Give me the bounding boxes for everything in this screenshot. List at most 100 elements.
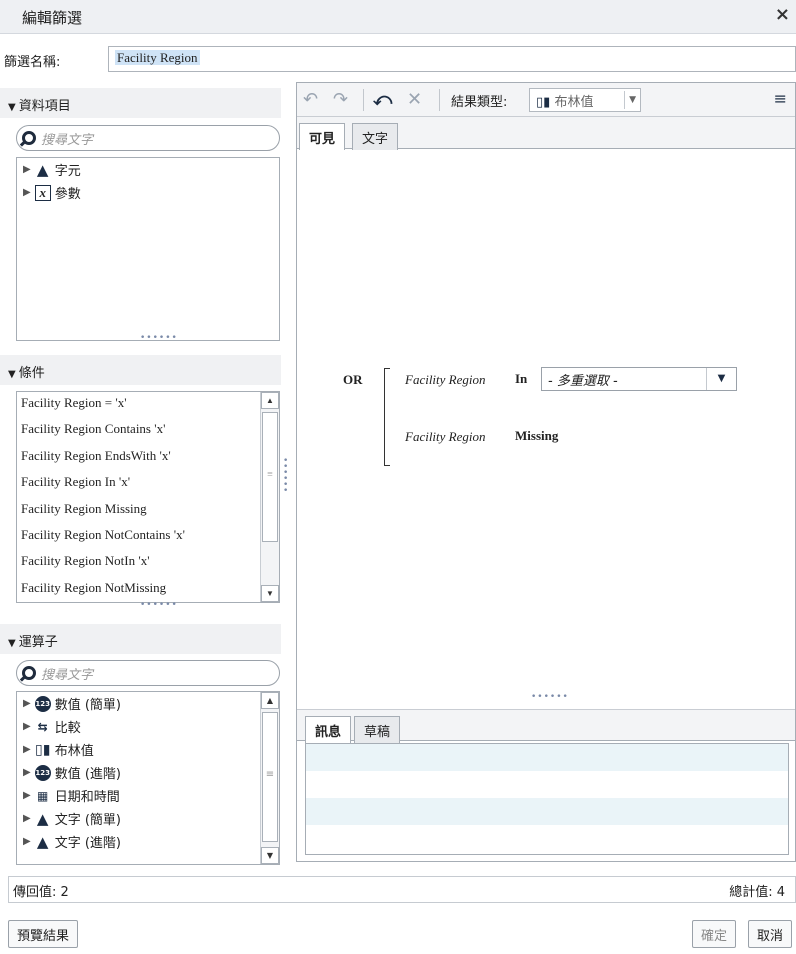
conditions-scrollbar[interactable]: ▲ ▼	[260, 392, 279, 602]
operator-group-numeric-advanced[interactable]: ▶ 123 數值 (進階)	[17, 761, 261, 784]
expand-arrow-icon[interactable]: ▶	[23, 767, 31, 778]
preview-results-button[interactable]: 預覽結果	[8, 920, 79, 948]
redo-icon[interactable]: ↷	[333, 89, 348, 110]
result-type-select[interactable]: ▯▮ 布林值 ▼	[529, 88, 641, 112]
delete-icon[interactable]: ✕	[407, 89, 422, 110]
chevron-down-icon: ▼	[706, 368, 736, 390]
scroll-up-icon[interactable]: ▲	[261, 692, 279, 709]
message-row	[306, 771, 788, 798]
menu-icon[interactable]: ≡	[774, 89, 787, 108]
search-icon	[22, 666, 36, 680]
condition-item[interactable]: Facility Region NotMissing	[17, 577, 261, 602]
message-row	[306, 825, 788, 852]
data-items-header[interactable]: ▼ 資料項目	[0, 88, 281, 118]
operator-group-datetime[interactable]: ▶ ▦ 日期和時間	[17, 784, 261, 807]
expression-field[interactable]: Facility Region	[405, 372, 486, 388]
operator-group-boolean[interactable]: ▶ ▯▮ 布林值	[17, 738, 261, 761]
tree-item-parameter[interactable]: ▶ x 參數	[17, 181, 279, 204]
message-row	[306, 744, 788, 771]
result-type-value: 布林值	[554, 95, 594, 110]
expand-arrow-icon[interactable]: ▶	[23, 744, 31, 755]
tree-item-label: 參數	[54, 187, 81, 202]
close-icon[interactable]: ×	[775, 4, 790, 25]
character-icon: ▲	[36, 809, 49, 828]
collapse-caret-icon: ▼	[8, 369, 16, 380]
operators-scrollbar[interactable]: ▲ ▼	[260, 692, 279, 864]
resize-grip-icon[interactable]: ••••••	[531, 692, 569, 702]
expression-field[interactable]: Facility Region	[405, 429, 486, 445]
tab-visual[interactable]: 可見	[299, 123, 346, 150]
expand-arrow-icon[interactable]: ▶	[23, 721, 31, 732]
undo-icon[interactable]: ↶	[303, 89, 318, 110]
expression-op[interactable]: Missing	[515, 428, 558, 444]
operators-header[interactable]: ▼ 運算子	[0, 624, 281, 654]
collapse-caret-icon: ▼	[8, 638, 16, 649]
reset-icon[interactable]: ⤺	[373, 89, 392, 110]
cancel-button[interactable]: 取消	[748, 920, 793, 948]
operator-group-numeric-simple[interactable]: ▶ 123 數值 (簡單)	[17, 692, 261, 715]
expand-arrow-icon[interactable]: ▶	[23, 790, 31, 801]
expand-arrow-icon[interactable]: ▶	[23, 164, 31, 175]
scroll-down-icon[interactable]: ▼	[261, 847, 279, 864]
data-items-search-placeholder: 搜尋文字	[41, 133, 94, 148]
chevron-down-icon: ▼	[624, 91, 636, 109]
multi-select-value: - 多重選取 -	[548, 374, 618, 389]
condition-item[interactable]: Facility Region In 'x'	[17, 471, 261, 497]
tab-text[interactable]: 文字	[352, 123, 399, 150]
condition-item[interactable]: Facility Region Contains 'x'	[17, 418, 261, 444]
tab-messages[interactable]: 訊息	[305, 716, 352, 743]
data-items-search[interactable]: 搜尋文字	[16, 125, 280, 151]
expand-arrow-icon[interactable]: ▶	[23, 187, 31, 198]
multi-select-dropdown[interactable]: - 多重選取 - ▼	[541, 367, 737, 391]
operator-group-comparison[interactable]: ▶ ⇆ 比較	[17, 715, 261, 738]
condition-item[interactable]: Facility Region NotContains 'x'	[17, 524, 261, 550]
operator-group-text-simple[interactable]: ▶ ▲ 文字 (簡單)	[17, 807, 261, 830]
tree-item-label: 字元	[54, 164, 81, 179]
expression-editor-pane: ↶ ↷ ⤺ ✕ 結果類型: ▯▮ 布林值 ▼ ≡ 可見 文字 OR Facili…	[296, 82, 796, 862]
boolean-icon: ▯▮	[536, 95, 551, 110]
returned-value: 2	[60, 885, 69, 900]
ok-button[interactable]: 確定	[692, 920, 737, 948]
scroll-down-icon[interactable]: ▼	[261, 585, 279, 602]
filter-name-input[interactable]: Facility Region	[108, 46, 796, 72]
message-row	[306, 798, 788, 825]
scroll-thumb[interactable]	[262, 712, 278, 842]
total-value: 4	[776, 885, 785, 900]
resize-grip-icon[interactable]: ••••••	[140, 600, 178, 610]
expression-operator[interactable]: OR	[343, 372, 363, 388]
toolbar-separator	[439, 89, 440, 111]
condition-item[interactable]: Facility Region Missing	[17, 498, 261, 524]
result-type-label: 結果類型:	[451, 95, 508, 110]
dialog-title: 編輯篩選	[22, 9, 83, 27]
tree-item-character[interactable]: ▶ ▲ 字元	[17, 158, 279, 181]
expression-op[interactable]: In	[515, 371, 527, 387]
condition-item[interactable]: Facility Region NotIn 'x'	[17, 550, 261, 576]
scroll-up-icon[interactable]: ▲	[261, 392, 279, 409]
operator-group-label: 文字 (進階)	[54, 836, 121, 851]
condition-item[interactable]: Facility Region EndsWith 'x'	[17, 445, 261, 471]
data-items-title: 資料項目	[18, 99, 71, 114]
conditions-header[interactable]: ▼ 條件	[0, 355, 281, 385]
operators-search[interactable]: 搜尋文字	[16, 660, 280, 686]
operator-group-label: 數值 (進階)	[54, 767, 121, 782]
parameter-icon: x	[34, 184, 51, 201]
editor-toolbar: ↶ ↷ ⤺ ✕ 結果類型: ▯▮ 布林值 ▼ ≡	[297, 83, 795, 117]
dialog-title-bar: 編輯篩選 ×	[0, 0, 796, 34]
conditions-title: 條件	[18, 366, 45, 381]
conditions-list: Facility Region = 'x' Facility Region Co…	[16, 391, 280, 603]
expand-arrow-icon[interactable]: ▶	[23, 813, 31, 824]
calendar-icon: ▦	[37, 788, 49, 803]
operator-group-label: 文字 (簡單)	[54, 813, 121, 828]
filter-name-label: 篩選名稱:	[4, 55, 61, 70]
expand-arrow-icon[interactable]: ▶	[23, 698, 31, 709]
resize-grip-icon[interactable]: ••••••	[140, 333, 178, 343]
vertical-splitter-grip-icon[interactable]: • • • • • •	[283, 457, 289, 496]
scroll-thumb[interactable]	[262, 412, 278, 542]
operator-group-label: 布林值	[54, 744, 94, 759]
operator-group-text-advanced[interactable]: ▶ ▲ 文字 (進階)	[17, 830, 261, 853]
expand-arrow-icon[interactable]: ▶	[23, 836, 31, 847]
condition-item[interactable]: Facility Region = 'x'	[17, 392, 261, 418]
tab-drafts[interactable]: 草稿	[354, 716, 401, 743]
search-icon	[22, 131, 36, 145]
filter-name-value: Facility Region	[115, 50, 200, 65]
